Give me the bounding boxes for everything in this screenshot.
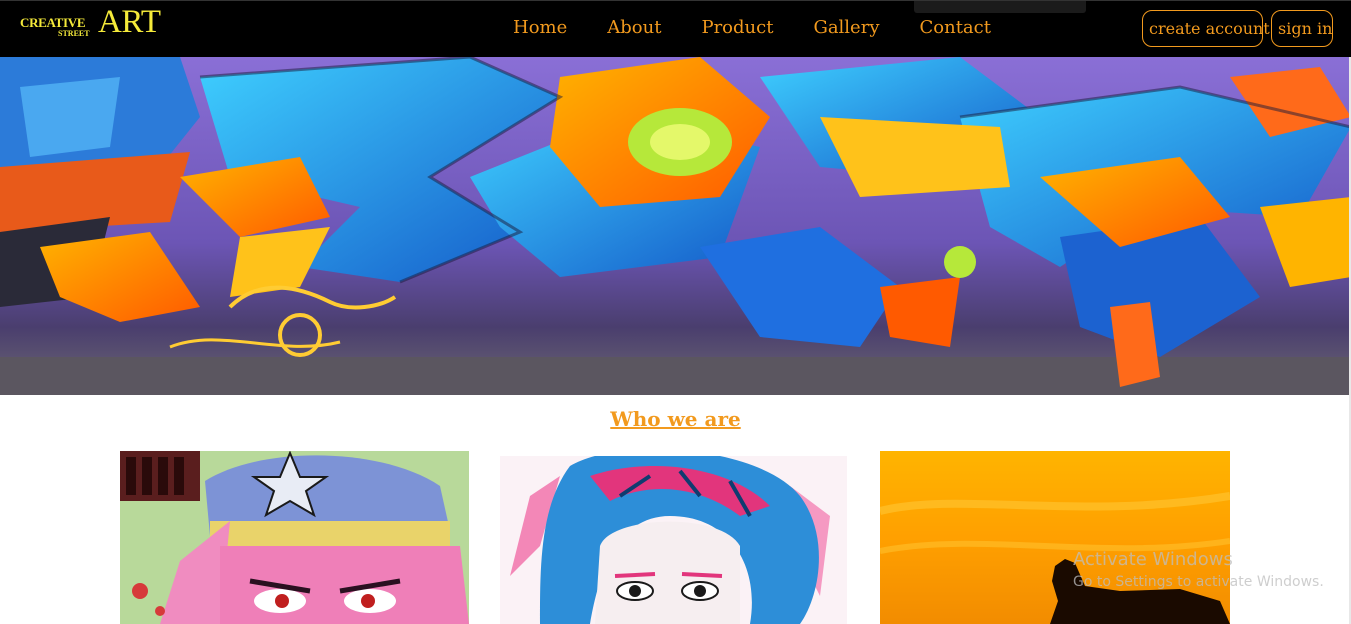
nav-link-contact[interactable]: Contact — [920, 16, 991, 40]
nav-link-about[interactable]: About — [607, 16, 661, 40]
watermark-subtitle: Go to Settings to activate Windows. — [1073, 574, 1324, 590]
logo-word-creative: CREATIVE — [20, 15, 86, 30]
windows-activation-watermark: Activate Windows Go to Settings to activ… — [1073, 548, 1324, 592]
gallery-card-pig-graffiti-image[interactable] — [120, 451, 469, 624]
who-we-are-heading[interactable]: Who we are — [0, 407, 1351, 431]
nav-link-product[interactable]: Product — [701, 16, 773, 40]
gallery-card-woman-portrait-image[interactable] — [500, 456, 847, 624]
navbar: CREATIVE STREET ART Home About Product G… — [0, 0, 1351, 57]
create-account-button[interactable]: create account — [1142, 10, 1270, 47]
hero-banner-graffiti-image — [0, 57, 1351, 395]
nav-link-home[interactable]: Home — [513, 16, 567, 40]
logo-word-art: ART — [98, 4, 161, 40]
logo-word-street: STREET — [58, 29, 90, 38]
sign-in-button[interactable]: sign in — [1271, 10, 1333, 47]
watermark-title: Activate Windows — [1073, 549, 1233, 570]
hidden-dropdown-strip — [914, 1, 1086, 13]
site-logo[interactable]: CREATIVE STREET ART — [20, 6, 165, 50]
nav-link-gallery[interactable]: Gallery — [813, 16, 879, 40]
gallery-card-sunset-horse-image[interactable] — [880, 451, 1230, 624]
main-nav: Home About Product Gallery Contact — [513, 16, 991, 40]
